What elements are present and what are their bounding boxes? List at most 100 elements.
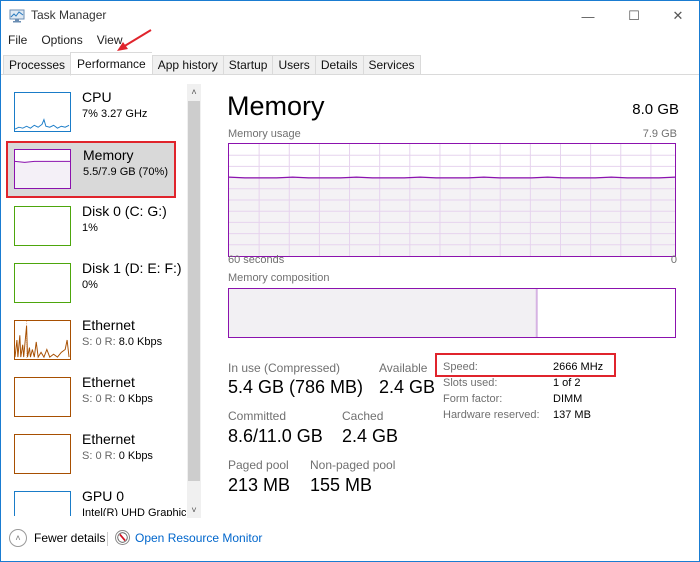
close-icon: ✕ (672, 8, 684, 23)
menu-options[interactable]: Options (34, 31, 89, 49)
cached-value: 2.4 GB (342, 426, 399, 446)
maximize-button[interactable]: ☐ (611, 1, 657, 31)
cpu-thumbnail-graph (14, 92, 71, 132)
sidebar-ethernet3-sub: S: 0 R: 0 Kbps (82, 450, 153, 462)
receive-value: 0 Kbps (118, 393, 153, 405)
send-label: S: 0 R: (82, 336, 116, 348)
usage-fill-area (229, 177, 675, 256)
sidebar-ethernet2-sub: S: 0 R: 0 Kbps (82, 393, 153, 405)
memory-composition-bar (228, 288, 676, 338)
tab-app-history[interactable]: App history (151, 55, 223, 75)
memory-usage-label: Memory usage (228, 128, 301, 140)
time-axis-left-label: 60 seconds (228, 254, 285, 266)
send-label: S: 0 R: (82, 450, 116, 462)
sidebar-item-ethernet-3[interactable]: Ethernet S: 0 R: 0 Kbps (7, 426, 177, 483)
minimize-button[interactable]: — (565, 1, 611, 31)
sidebar-ethernet1-name: Ethernet (82, 317, 135, 333)
tab-startup[interactable]: Startup (222, 55, 273, 75)
hw-key: Form factor: (443, 393, 503, 405)
speed-highlight-box (435, 353, 616, 377)
sidebar-item-cpu[interactable]: CPU 7% 3.27 GHz (7, 84, 177, 141)
task-manager-window: Task Manager — ☐ ✕ File Options View Pro… (0, 0, 700, 562)
annotation-arrow-icon (117, 29, 152, 51)
sidebar-disk1-name: Disk 1 (D: E: F:) (82, 260, 182, 276)
sidebar-memory-name: Memory (83, 147, 134, 163)
cached-label: Cached (342, 409, 384, 423)
scroll-up-icon[interactable]: ˄ (187, 84, 201, 100)
tab-processes[interactable]: Processes (3, 55, 71, 75)
tab-users[interactable]: Users (272, 55, 315, 75)
resource-monitor-icon (115, 530, 130, 545)
scroll-down-icon[interactable]: ˅ (187, 502, 201, 518)
hw-value: 1 of 2 (553, 377, 581, 389)
tab-bar: Processes Performance App history Startu… (3, 52, 421, 76)
hw-value: DIMM (553, 393, 583, 405)
hw-key: Hardware reserved: (443, 409, 540, 421)
memory-composition-label: Memory composition (228, 272, 330, 284)
tab-performance[interactable]: Performance (70, 52, 152, 76)
tab-details[interactable]: Details (314, 55, 363, 75)
sidebar-item-gpu0[interactable]: GPU 0 Intel(R) UHD Graphic (7, 483, 186, 516)
hw-key: Slots used: (443, 377, 498, 389)
send-label: S: 0 R: (82, 393, 116, 405)
ethernet3-thumbnail-graph (14, 434, 71, 474)
page-title: Memory (227, 91, 325, 121)
receive-value: 0 Kbps (118, 450, 153, 462)
task-manager-icon (9, 9, 25, 23)
available-label: Available (379, 361, 428, 375)
disk1-thumbnail-graph (14, 263, 71, 303)
available-value: 2.4 GB (379, 377, 436, 397)
disk0-thumbnail-graph (14, 206, 71, 246)
window-title: Task Manager (31, 8, 107, 22)
sidebar-item-memory[interactable]: Memory 5.5/7.9 GB (70%) (6, 141, 176, 198)
memory-usage-max: 7.9 GB (642, 128, 677, 140)
sidebar-cpu-sub: 7% 3.27 GHz (82, 108, 148, 120)
non-paged-pool-label: Non-paged pool (310, 458, 396, 472)
chevron-up-icon[interactable]: ˄ (9, 529, 27, 547)
committed-label: Committed (228, 409, 287, 423)
fewer-details-button[interactable]: Fewer details (34, 531, 105, 545)
in-use-label: In use (Compressed) (228, 361, 341, 375)
sidebar-item-ethernet-1[interactable]: Ethernet S: 0 R: 8.0 Kbps (7, 312, 177, 369)
ethernet1-thumbnail-graph (14, 320, 71, 360)
non-paged-pool-value: 155 MB (310, 475, 373, 495)
scrollbar-thumb[interactable] (188, 101, 200, 481)
ethernet2-thumbnail-graph (14, 377, 71, 417)
sidebar-disk0-name: Disk 0 (C: G:) (82, 203, 167, 219)
time-axis-right-label: 0 (670, 254, 677, 266)
sidebar-memory-sub: 5.5/7.9 GB (70%) (83, 166, 168, 178)
resource-sidebar: CPU 7% 3.27 GHz Memory 5.5/7.9 GB (70%) … (1, 76, 186, 516)
sidebar-gpu0-name: GPU 0 (82, 488, 125, 504)
tabs-divider (1, 74, 699, 75)
paged-pool-value: 213 MB (228, 475, 291, 495)
sidebar-ethernet2-name: Ethernet (82, 374, 135, 390)
maximize-icon: ☐ (628, 8, 640, 23)
sidebar-item-ethernet-2[interactable]: Ethernet S: 0 R: 0 Kbps (7, 369, 177, 426)
tab-services[interactable]: Services (362, 55, 421, 75)
gpu0-thumbnail-graph (14, 491, 71, 516)
receive-value: 8.0 Kbps (118, 336, 163, 348)
sidebar-cpu-name: CPU (82, 89, 112, 105)
hw-value: 137 MB (553, 409, 591, 421)
sidebar-scrollbar[interactable]: ˄ ˅ (187, 84, 201, 518)
menu-file[interactable]: File (1, 31, 34, 49)
footer-bar: ˄ Fewer details Open Resource Monitor (1, 526, 699, 552)
sidebar-item-disk0[interactable]: Disk 0 (C: G:) 1% (7, 198, 177, 255)
in-use-value: 5.4 GB (786 MB) (228, 377, 364, 397)
sidebar-ethernet1-sub: S: 0 R: 8.0 Kbps (82, 336, 162, 348)
composition-in-use-segment (229, 289, 537, 337)
title-bar: Task Manager — ☐ ✕ (1, 1, 699, 31)
minimize-icon: — (581, 8, 595, 24)
memory-thumbnail-graph (14, 149, 71, 189)
footer-divider (107, 532, 108, 546)
paged-pool-label: Paged pool (228, 458, 289, 472)
memory-total: 8.0 GB (632, 101, 679, 118)
sidebar-disk1-sub: 0% (82, 279, 98, 291)
memory-usage-graph (228, 143, 676, 257)
open-resource-monitor-link[interactable]: Open Resource Monitor (135, 531, 262, 545)
sidebar-gpu0-sub: Intel(R) UHD Graphic (82, 507, 186, 516)
close-button[interactable]: ✕ (655, 1, 700, 31)
sidebar-ethernet3-name: Ethernet (82, 431, 135, 447)
sidebar-disk0-sub: 1% (82, 222, 98, 234)
sidebar-item-disk1[interactable]: Disk 1 (D: E: F:) 0% (7, 255, 182, 312)
